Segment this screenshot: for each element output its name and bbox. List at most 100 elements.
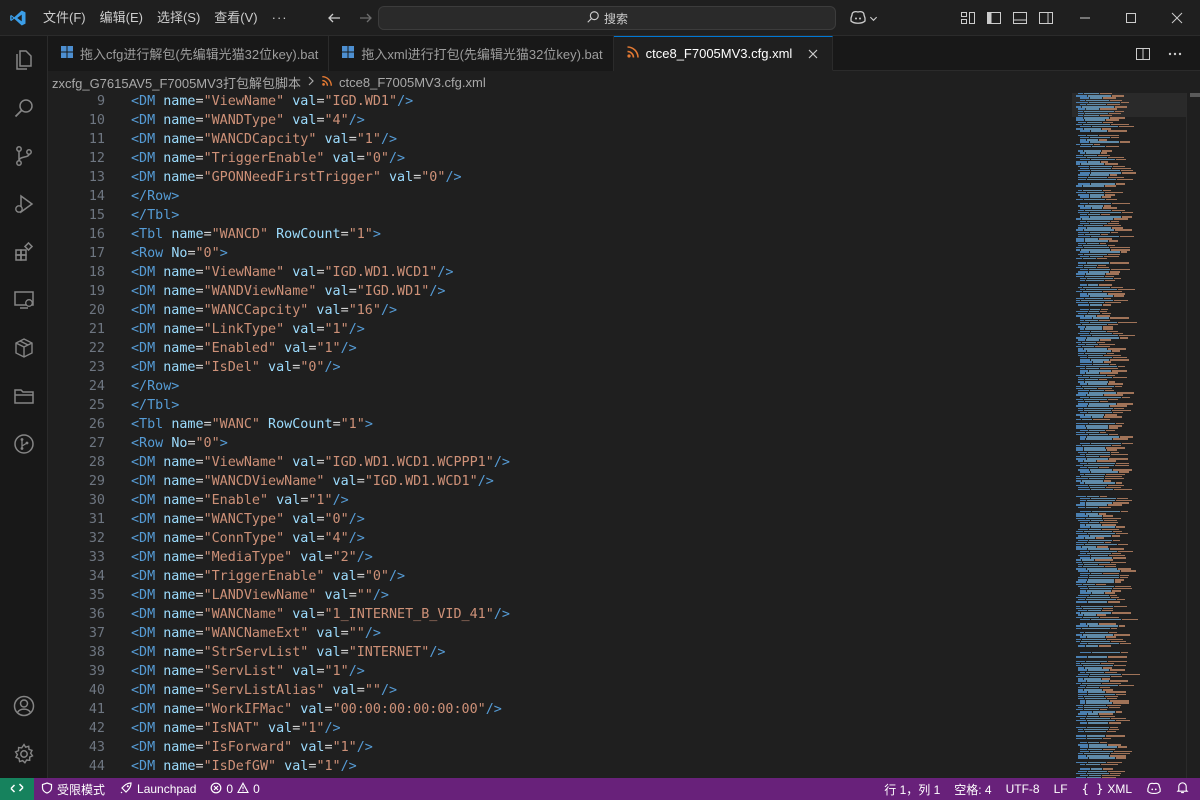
vertical-scrollbar[interactable] <box>1186 93 1200 778</box>
minimap-line <box>1105 280 1116 282</box>
remote-explorer-icon[interactable] <box>0 276 48 324</box>
minimap-line <box>1082 583 1096 585</box>
minimap-line <box>1078 134 1086 137</box>
minimap-line <box>1085 273 1106 275</box>
minimap-line <box>1105 429 1115 431</box>
code-editor[interactable]: 9 <DM name="ViewName" val="IGD.WD1"/> 10 <D… <box>48 93 1072 778</box>
code-text: <DM name="WANCDViewName" val="IGD.WD1.WC… <box>131 472 494 491</box>
toggle-secondary-sidebar-icon[interactable] <box>1036 6 1056 30</box>
xml-equals: = <box>195 701 204 717</box>
notifications[interactable] <box>1169 778 1196 800</box>
remote-indicator[interactable] <box>0 778 34 800</box>
minimap-line <box>1078 313 1087 315</box>
code-line: 20 <DM name="WANCCapcity" val="16"/> <box>48 301 1072 320</box>
menu-view[interactable]: 查看(V) <box>207 6 264 30</box>
customize-layout-icon[interactable] <box>958 6 978 30</box>
breadcrumb-file[interactable]: ctce8_F7005MV3.cfg.xml <box>321 75 486 90</box>
extensions-icon[interactable] <box>0 228 48 276</box>
minimap-line <box>1084 209 1111 211</box>
encoding[interactable]: UTF-8 <box>999 778 1047 800</box>
tab-cfg-xml[interactable]: ctce8_F7005MV3.cfg.xml <box>613 36 834 71</box>
minimap-line <box>1103 394 1123 396</box>
xml-tag: <DM <box>131 682 164 698</box>
cursor-position[interactable]: 行 1，列 1 <box>877 778 947 800</box>
line-number: 27 <box>88 435 105 451</box>
problems-indicator[interactable]: 0 0 <box>203 778 266 800</box>
minimap-line <box>1076 495 1087 497</box>
end-of-line[interactable]: LF <box>1047 778 1075 800</box>
toggle-panel-icon[interactable] <box>1010 6 1030 30</box>
go-forward-icon[interactable] <box>355 7 377 29</box>
search-sidebar-icon[interactable] <box>0 84 48 132</box>
tab-pack-bat[interactable]: 拖入xml进行打包(先编辑光猫32位key).bat <box>329 36 614 71</box>
minimap-line <box>1078 469 1089 471</box>
close-icon[interactable] <box>804 45 822 63</box>
git-graph-icon[interactable] <box>0 420 48 468</box>
command-center-search[interactable]: 搜索 <box>378 6 836 30</box>
minimap-line <box>1107 130 1128 132</box>
explorer-icon[interactable] <box>0 36 48 84</box>
source-control-icon[interactable] <box>0 132 48 180</box>
minimap-line <box>1078 614 1084 616</box>
breadcrumb-folder[interactable]: zxcfg_G7615AV5_F7005MV3打包解包脚本 <box>52 73 301 92</box>
xml-attribute: val <box>284 264 317 280</box>
scrollbar-thumb[interactable] <box>1190 93 1200 97</box>
minimap-line <box>1084 198 1106 200</box>
minimap-line <box>1076 128 1083 130</box>
restricted-mode-indicator[interactable]: 受限模式 <box>34 778 112 800</box>
status-bar-right: 行 1，列 1 空格: 4 UTF-8 LF { } XML <box>877 778 1196 800</box>
menu-selection[interactable]: 选择(S) <box>150 6 207 30</box>
minimap[interactable] <box>1072 93 1186 778</box>
tab-unpack-bat[interactable]: 拖入cfg进行解包(先编辑光猫32位key).bat <box>48 36 330 71</box>
minimap-line <box>1102 326 1113 328</box>
minimap-line <box>1102 150 1112 152</box>
indentation[interactable]: 空格: 4 <box>947 778 998 800</box>
minimap-line <box>1084 238 1099 240</box>
minimap-line <box>1084 233 1101 236</box>
minimap-line <box>1086 687 1100 689</box>
split-editor-icon[interactable] <box>1132 43 1154 65</box>
menu-edit[interactable]: 编辑(E) <box>93 6 150 30</box>
minimap-line <box>1103 361 1112 363</box>
minimap-line <box>1105 735 1125 737</box>
xml-attribute: val <box>260 720 293 736</box>
windows-bat-icon <box>341 45 355 62</box>
minimap-line <box>1100 522 1119 524</box>
minimap-line <box>1089 194 1104 196</box>
minimap-line <box>1078 115 1084 117</box>
minimize-icon[interactable] <box>1062 0 1108 36</box>
line-number: 28 <box>88 454 105 470</box>
minimap-line <box>1080 321 1089 324</box>
run-debug-icon[interactable] <box>0 180 48 228</box>
go-back-icon[interactable] <box>323 7 345 29</box>
xml-tag: <DM <box>131 530 164 546</box>
project-manager-icon[interactable] <box>0 372 48 420</box>
xml-equals: = <box>195 739 204 755</box>
menu-more[interactable]: ··· <box>265 6 295 30</box>
minimap-line <box>1109 363 1117 365</box>
minimap-line <box>1088 203 1111 205</box>
minimap-line <box>1110 640 1127 643</box>
xml-tag: <DM <box>131 739 164 755</box>
minimap-line <box>1083 244 1107 247</box>
menu-file[interactable]: 文件(F) <box>36 6 93 30</box>
toggle-primary-sidebar-icon[interactable] <box>984 6 1004 30</box>
minimap-line <box>1080 139 1087 141</box>
language-mode[interactable]: { } XML <box>1075 778 1139 800</box>
launchpad-button[interactable]: Launchpad <box>112 778 203 800</box>
minimap-line <box>1090 167 1112 170</box>
copilot-menu[interactable] <box>846 6 880 30</box>
minimap-line <box>1106 330 1118 332</box>
minimap-line <box>1076 541 1087 544</box>
close-window-icon[interactable] <box>1154 0 1200 36</box>
minimap-line <box>1109 99 1123 101</box>
maximize-icon[interactable] <box>1108 0 1154 36</box>
settings-gear-icon[interactable] <box>0 730 48 778</box>
containers-icon[interactable] <box>0 324 48 372</box>
xml-tag: /> <box>364 625 381 641</box>
minimap-line <box>1114 581 1122 583</box>
accounts-icon[interactable] <box>0 682 48 730</box>
more-actions-icon[interactable] <box>1164 43 1186 65</box>
minimap-line <box>1078 381 1085 383</box>
copilot-status[interactable] <box>1139 778 1169 800</box>
